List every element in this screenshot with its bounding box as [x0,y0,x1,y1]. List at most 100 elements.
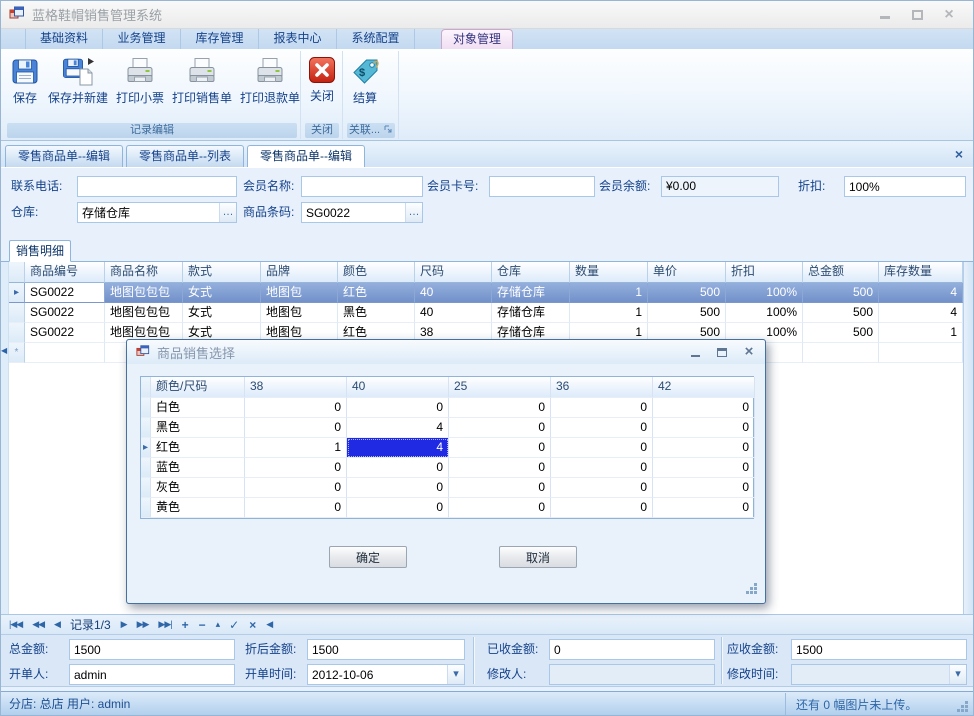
grid-cell[interactable]: 1 [879,323,963,343]
nav-post-button[interactable]: ✓ [229,618,239,632]
dialog-close-icon[interactable]: × [742,345,756,359]
settle-button[interactable]: $结算 [346,52,384,106]
total-amount-input[interactable] [69,639,235,660]
received-amount-input[interactable] [549,639,715,660]
column-header[interactable]: 25 [449,377,551,398]
barcode-ellipsis-icon[interactable]: … [405,203,422,222]
nav-delete-button[interactable]: − [199,618,206,632]
dialog-resize-grip[interactable] [754,591,757,594]
grid-cell[interactable]: 0 [449,458,551,478]
grid-cell[interactable]: 红色 [151,438,245,458]
grid-cell[interactable]: 0 [653,498,755,518]
grid-cell[interactable]: 0 [653,478,755,498]
grid-cell[interactable]: 存储仓库 [492,303,570,323]
grid-cell[interactable]: 0 [653,458,755,478]
grid-cell[interactable]: 0 [245,418,347,438]
grid-cell[interactable]: 500 [648,283,726,303]
grid-cell[interactable]: 40 [415,283,492,303]
grid-cell[interactable]: 0 [449,438,551,458]
nav-next-page-button[interactable]: ▶▶ [137,619,149,630]
column-header[interactable]: 库存数量 [879,262,963,283]
warehouse-ellipsis-icon[interactable]: … [219,203,236,222]
grid-cell[interactable]: 0 [551,398,653,418]
grid-vertical-scrollbar[interactable] [963,262,974,614]
tab-sales-detail[interactable]: 销售明细 [9,240,71,262]
nav-first-button[interactable]: |◀◀ [9,619,22,630]
column-header[interactable]: 商品名称 [105,262,183,283]
minimize-icon[interactable] [877,7,893,23]
grid-cell[interactable]: 红色 [338,283,415,303]
grid-cell[interactable]: 500 [648,303,726,323]
column-header[interactable]: 折扣 [726,262,803,283]
grid-cell[interactable]: 100% [726,283,803,303]
grid-cell[interactable]: 500 [803,303,879,323]
grid-cell[interactable]: SG0022 [25,303,105,323]
grid-cell[interactable]: 0 [551,438,653,458]
grid-cell[interactable]: 灰色 [151,478,245,498]
splitter-collapse-icon[interactable]: ◀ [1,347,7,355]
grid-cell[interactable]: 4 [347,418,449,438]
tab-close-icon[interactable]: × [955,145,969,167]
grid-cell[interactable]: 0 [347,478,449,498]
maximize-icon[interactable] [909,7,925,23]
modify-time-input[interactable] [792,665,949,684]
grid-cell[interactable]: 40 [415,303,492,323]
grid-cell[interactable]: 地图包包包 [105,303,183,323]
grid-cell[interactable]: SG0022 [25,283,105,303]
print-receipt-button[interactable]: 打印小票 [112,52,168,106]
column-header[interactable]: 尺码 [415,262,492,283]
grid-cell[interactable]: 0 [347,398,449,418]
grid-cell[interactable]: 0 [245,478,347,498]
grid-cell[interactable]: 4 [879,303,963,323]
menu-tab-object-management[interactable]: 对象管理 [441,29,513,49]
column-header[interactable]: 颜色/尺码 [151,377,245,398]
grid-cell[interactable]: 0 [347,458,449,478]
grid-cell[interactable]: 500 [803,323,879,343]
left-splitter[interactable]: ◀ [1,262,9,614]
column-header[interactable]: 总金额 [803,262,879,283]
modifier-input[interactable] [549,664,715,685]
member-card-input[interactable] [489,176,595,197]
grid-cell[interactable]: 0 [551,418,653,438]
grid-cell[interactable]: 女式 [183,303,261,323]
grid-cell[interactable]: 0 [245,498,347,518]
nav-prev-button[interactable]: ◀ [54,619,60,630]
grid-cell[interactable]: 地图包 [261,283,338,303]
grid-cell[interactable]: 0 [653,438,755,458]
grid-cell[interactable] [803,343,879,363]
nav-cancel-button[interactable]: × [249,618,256,632]
grid-cell[interactable]: 0 [449,478,551,498]
doc-tab-2[interactable]: 零售商品单--编辑 [247,145,365,167]
menu-tab-system-config[interactable]: 系统配置 [337,29,415,49]
nav-scroll-left-button[interactable]: ◀ [266,619,272,630]
grid-cell[interactable]: 0 [245,398,347,418]
grid-cell[interactable] [25,343,105,363]
column-header[interactable]: 品牌 [261,262,338,283]
nav-edit-button[interactable]: ▴ [216,619,220,630]
menu-tab-inventory[interactable]: 库存管理 [181,29,259,49]
grid-cell[interactable]: 4 [347,438,449,458]
grid-cell[interactable]: 黑色 [338,303,415,323]
close-icon[interactable]: × [941,7,957,23]
grid-cell[interactable] [879,343,963,363]
column-header[interactable]: 款式 [183,262,261,283]
grid-cell[interactable]: 0 [449,398,551,418]
create-time-input[interactable] [308,665,447,684]
grid-cell[interactable]: 0 [449,498,551,518]
nav-last-button[interactable]: ▶▶| [158,619,171,630]
create-time-dropdown-icon[interactable]: ▾ [447,665,464,684]
grid-cell[interactable]: 地图包 [261,303,338,323]
close-form-button[interactable]: 关闭 [304,52,340,104]
print-refund-slip-button[interactable]: 打印退款单 [236,52,301,106]
grid-cell[interactable]: 0 [347,498,449,518]
nav-prev-page-button[interactable]: ◀◀ [32,619,44,630]
grid-cell[interactable]: 100% [726,303,803,323]
grid-cell[interactable]: 0 [653,398,755,418]
barcode-input[interactable] [302,203,405,222]
grid-cell[interactable]: 0 [653,418,755,438]
grid-cell[interactable]: 存储仓库 [492,283,570,303]
receivable-amount-input[interactable] [791,639,967,660]
column-header[interactable]: 仓库 [492,262,570,283]
cancel-button[interactable]: 取消 [499,546,577,568]
column-header[interactable]: 38 [245,377,347,398]
